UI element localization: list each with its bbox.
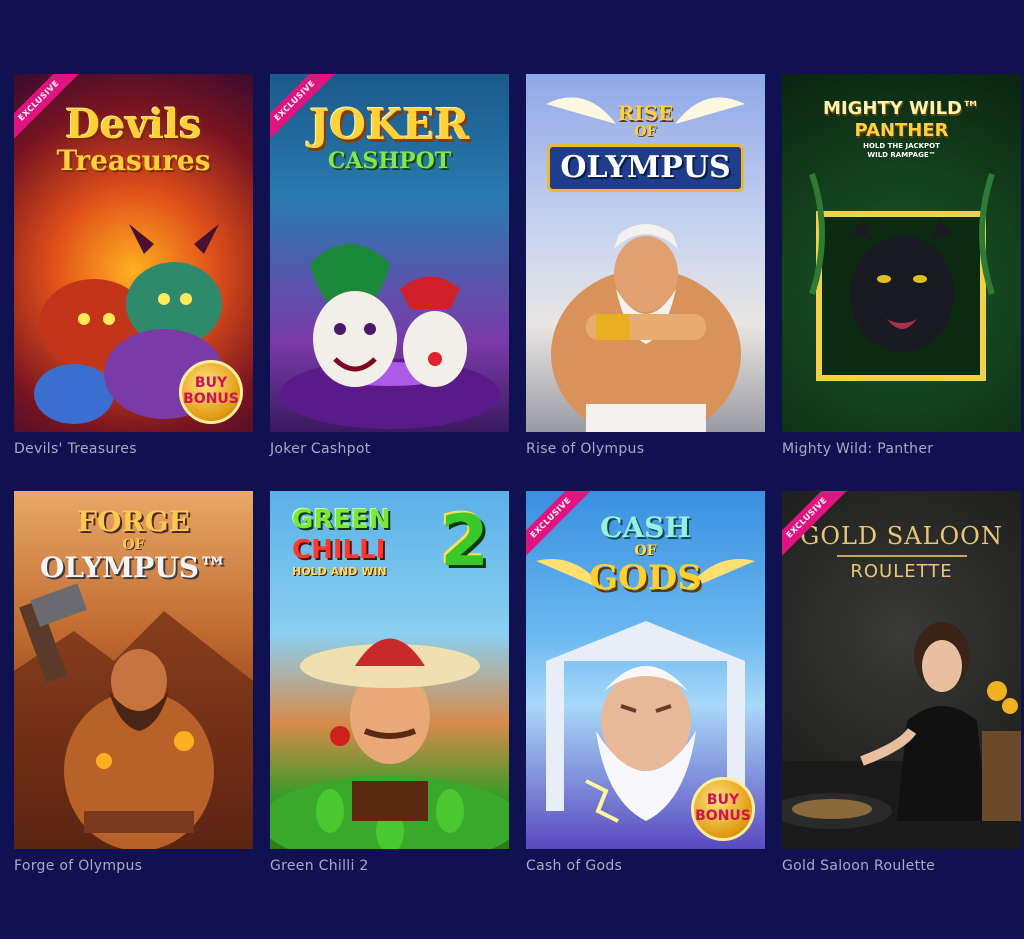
logo-line-4: WILD RAMPAGE™ <box>867 151 936 159</box>
logo-line-2: Treasures <box>56 144 211 177</box>
game-card-mighty-wild-panther[interactable]: MIGHTY WILD™ PANTHER HOLD THE JACKPOT WI… <box>782 74 1021 465</box>
game-title[interactable]: Mighty Wild: Panther <box>782 441 1021 465</box>
game-thumbnail[interactable]: JOKER CASHPOT EXCLUSIVE <box>270 74 509 432</box>
game-thumbnail[interactable]: MIGHTY WILD™ PANTHER HOLD THE JACKPOT WI… <box>782 74 1021 432</box>
logo-line-1: RISE <box>617 101 674 125</box>
badge-line-2: BONUS <box>183 391 239 407</box>
game-title[interactable]: Joker Cashpot <box>270 441 509 465</box>
logo-line-1: GOLD SALOON <box>800 522 1003 550</box>
game-card-joker-cashpot[interactable]: JOKER CASHPOT EXCLUSIVE Joker Cashpot <box>270 74 509 465</box>
logo-line-3: HOLD THE JACKPOT <box>863 142 940 150</box>
logo-line-2: CASHPOT <box>327 148 452 174</box>
game-logo: MIGHTY WILD™ PANTHER HOLD THE JACKPOT WI… <box>782 98 1021 160</box>
game-logo: GOLD SALOON ROULETTE <box>782 521 1021 583</box>
logo-divider <box>836 555 967 557</box>
game-thumbnail[interactable]: RISE OF OLYMPUS <box>526 74 765 432</box>
game-thumbnail[interactable]: CASH OF GODS EXCLUSIVE BUY BONUS <box>526 491 765 849</box>
game-logo: CASH OF GODS <box>526 513 765 598</box>
game-title[interactable]: Rise of Olympus <box>526 441 765 465</box>
game-title[interactable]: Green Chilli 2 <box>270 858 509 882</box>
game-logo: Devils Treasures <box>14 104 253 176</box>
game-card-forge-of-olympus[interactable]: FORGE OF OLYMPUS™ Forge of Olympus <box>14 491 253 882</box>
game-card-gold-saloon-roulette[interactable]: GOLD SALOON ROULETTE EXCLUSIVE Gold Salo… <box>782 491 1021 882</box>
badge-line-2: BONUS <box>695 808 751 824</box>
game-title[interactable]: Cash of Gods <box>526 858 765 882</box>
badge-line-1: BUY <box>194 375 228 391</box>
logo-line-2: ROULETTE <box>850 561 953 582</box>
logo-line-2: OF <box>634 124 657 140</box>
game-logo: JOKER CASHPOT <box>270 100 509 175</box>
game-card-devils-treasures[interactable]: Devils Treasures EXCLUSIVE BUY BONUS Dev… <box>14 74 253 465</box>
logo-line-3: OLYMPUS™ <box>40 551 227 584</box>
logo-line-1: MIGHTY WILD™ <box>823 98 980 119</box>
buy-bonus-badge: BUY BONUS <box>179 360 243 424</box>
game-logo: RISE OF OLYMPUS <box>526 102 765 192</box>
game-card-green-chilli-2[interactable]: GREEN CHILLI HOLD AND WIN 2 Green Chilli… <box>270 491 509 882</box>
logo-line-1: JOKER <box>309 100 470 149</box>
game-card-rise-of-olympus[interactable]: RISE OF OLYMPUS Rise of Olympus <box>526 74 765 465</box>
logo-line-2: OF <box>634 543 657 559</box>
buy-bonus-badge: BUY BONUS <box>691 777 755 841</box>
game-thumbnail[interactable]: GOLD SALOON ROULETTE EXCLUSIVE <box>782 491 1021 849</box>
logo-line-1: Devils <box>65 101 202 148</box>
game-card-cash-of-gods[interactable]: CASH OF GODS EXCLUSIVE BUY BONUS Cash of… <box>526 491 765 882</box>
game-title[interactable]: Devils' Treasures <box>14 441 253 465</box>
logo-line-3: GODS <box>589 558 702 598</box>
game-logo: FORGE OF OLYMPUS™ <box>14 507 253 583</box>
game-title[interactable]: Forge of Olympus <box>14 858 253 882</box>
game-thumbnail[interactable]: FORGE OF OLYMPUS™ <box>14 491 253 849</box>
game-grid: Devils Treasures EXCLUSIVE BUY BONUS Dev… <box>14 74 1021 882</box>
game-title[interactable]: Gold Saloon Roulette <box>782 858 1021 882</box>
logo-line-3: OLYMPUS <box>547 144 744 192</box>
game-thumbnail[interactable]: Devils Treasures EXCLUSIVE BUY BONUS <box>14 74 253 432</box>
logo-number: 2 <box>440 500 489 582</box>
logo-line-1: FORGE <box>77 505 190 538</box>
game-thumbnail[interactable]: GREEN CHILLI HOLD AND WIN 2 <box>270 491 509 849</box>
badge-line-1: BUY <box>706 792 740 808</box>
logo-line-2: PANTHER <box>854 120 949 141</box>
